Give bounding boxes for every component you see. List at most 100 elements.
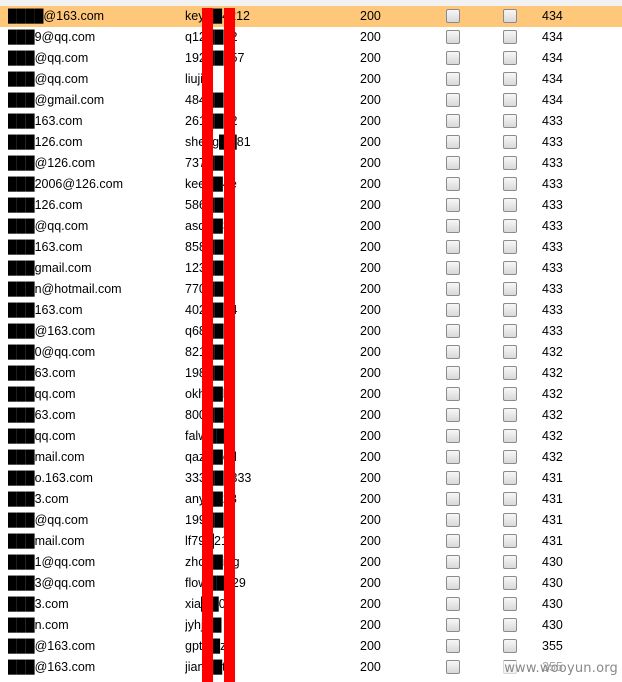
row-checkbox-b[interactable] (503, 471, 517, 485)
row-checkbox-b[interactable] (503, 408, 517, 422)
table-row[interactable]: ███@qq.com 192██857 200 434 (0, 48, 622, 69)
row-checkbox-a[interactable] (446, 282, 460, 296)
row-checkbox-a[interactable] (446, 450, 460, 464)
row-checkbox-b[interactable] (503, 177, 517, 191)
table-row[interactable]: ███@qq.com liuji█ 200 434 (0, 69, 622, 90)
table-row[interactable]: ███@126.com737██d200433 (0, 153, 622, 174)
status-code-cell: 200 (360, 303, 381, 317)
row-checkbox-a[interactable] (446, 429, 460, 443)
row-checkbox-a[interactable] (446, 492, 460, 506)
row-checkbox-a[interactable] (446, 135, 460, 149)
row-checkbox-a[interactable] (446, 9, 460, 23)
row-checkbox-a[interactable] (446, 114, 460, 128)
table-row[interactable]: ███gmail.com123██6200433 (0, 258, 622, 279)
row-checkbox-b[interactable] (503, 345, 517, 359)
status-code-cell: 200 (360, 639, 381, 653)
row-checkbox-a[interactable] (446, 30, 460, 44)
row-checkbox-b[interactable] (503, 324, 517, 338)
row-checkbox-b[interactable] (503, 639, 517, 653)
row-checkbox-a[interactable] (446, 303, 460, 317)
table-row[interactable]: ███qq.comokh██k200432 (0, 384, 622, 405)
table-row[interactable]: ███@qq.com199██8200431 (0, 510, 622, 531)
table-row[interactable]: ███n@hotmail.com770██7200433 (0, 279, 622, 300)
row-checkbox-a[interactable] (446, 366, 460, 380)
row-checkbox-a[interactable] (446, 576, 460, 590)
email-cell: ███@qq.com (8, 72, 89, 86)
table-row[interactable]: ███mail.comlf79█21200431 (0, 531, 622, 552)
table-row[interactable]: ███3.comxia██00200430 (0, 594, 622, 615)
row-checkbox-b[interactable] (503, 93, 517, 107)
row-checkbox-b[interactable] (503, 366, 517, 380)
table-row[interactable]: ███qq.comfalw██e200432 (0, 426, 622, 447)
table-row[interactable]: ███63.com800██4200432 (0, 405, 622, 426)
table-row[interactable]: ███9@qq.comq12██12200434 (0, 27, 622, 48)
row-checkbox-a[interactable] (446, 72, 460, 86)
row-checkbox-b[interactable] (503, 198, 517, 212)
row-checkbox-a[interactable] (446, 93, 460, 107)
row-checkbox-b[interactable] (503, 30, 517, 44)
table-row[interactable]: ███163.com402██04200433 (0, 300, 622, 321)
table-row[interactable]: ███@163.comq68██a200433 (0, 321, 622, 342)
row-checkbox-b[interactable] (503, 261, 517, 275)
row-checkbox-a[interactable] (446, 261, 460, 275)
table-row[interactable]: ███1@qq.comzho██ing200430 (0, 552, 622, 573)
row-checkbox-a[interactable] (446, 240, 460, 254)
table-row[interactable]: ███mail.comqaz██ed200432 (0, 447, 622, 468)
row-checkbox-a[interactable] (446, 513, 460, 527)
table-row[interactable]: ███2006@126.comkee██4e200433 (0, 174, 622, 195)
row-checkbox-a[interactable] (446, 51, 460, 65)
table-row[interactable]: ███126.com sheng██81 200 433 (0, 132, 622, 153)
table-row[interactable]: ███3@qq.com flow██729 200 430 (0, 573, 622, 594)
row-checkbox-b[interactable] (503, 72, 517, 86)
count-cell: 432 (542, 429, 563, 443)
row-checkbox-b[interactable] (503, 450, 517, 464)
table-row[interactable]: ███@gmail.com484██1200434 (0, 90, 622, 111)
row-checkbox-b[interactable] (503, 597, 517, 611)
table-row[interactable]: ███163.com858██3200433 (0, 237, 622, 258)
row-checkbox-a[interactable] (446, 471, 460, 485)
row-checkbox-a[interactable] (446, 555, 460, 569)
row-checkbox-b[interactable] (503, 534, 517, 548)
table-row[interactable]: ███n.comjyhj██200430 (0, 615, 622, 636)
email-cell: ███mail.com (8, 534, 85, 548)
row-checkbox-a[interactable] (446, 156, 460, 170)
row-checkbox-a[interactable] (446, 639, 460, 653)
table-row[interactable]: ███3.comany██23200431 (0, 489, 622, 510)
table-row[interactable]: ███@qq.comasd██3200433 (0, 216, 622, 237)
row-checkbox-a[interactable] (446, 534, 460, 548)
row-checkbox-b[interactable] (503, 156, 517, 170)
table-row[interactable]: ███163.com261██92200433 (0, 111, 622, 132)
table-row[interactable]: ███63.com198██1200432 (0, 363, 622, 384)
row-checkbox-a[interactable] (446, 219, 460, 233)
row-checkbox-b[interactable] (503, 240, 517, 254)
row-checkbox-b[interactable] (503, 114, 517, 128)
row-checkbox-a[interactable] (446, 660, 460, 674)
row-checkbox-a[interactable] (446, 387, 460, 401)
table-row[interactable]: ███126.com586██7200433 (0, 195, 622, 216)
row-checkbox-b[interactable] (503, 219, 517, 233)
table-row[interactable]: ████@163.com key██4212 200 434 (0, 6, 622, 27)
row-checkbox-b[interactable] (503, 555, 517, 569)
row-checkbox-b[interactable] (503, 135, 517, 149)
row-checkbox-b[interactable] (503, 576, 517, 590)
row-checkbox-b[interactable] (503, 492, 517, 506)
row-checkbox-b[interactable] (503, 429, 517, 443)
row-checkbox-b[interactable] (503, 303, 517, 317)
row-checkbox-a[interactable] (446, 177, 460, 191)
row-checkbox-b[interactable] (503, 618, 517, 632)
table-row[interactable]: ███o.163.com 333██8333 200 431 (0, 468, 622, 489)
row-checkbox-b[interactable] (503, 282, 517, 296)
row-checkbox-b[interactable] (503, 387, 517, 401)
row-checkbox-a[interactable] (446, 345, 460, 359)
red-redaction-bar-left (202, 8, 213, 682)
row-checkbox-b[interactable] (503, 513, 517, 527)
row-checkbox-b[interactable] (503, 9, 517, 23)
row-checkbox-a[interactable] (446, 198, 460, 212)
row-checkbox-a[interactable] (446, 597, 460, 611)
row-checkbox-a[interactable] (446, 324, 460, 338)
row-checkbox-a[interactable] (446, 618, 460, 632)
table-row[interactable]: ███@163.comgpt██zx200355 (0, 636, 622, 657)
table-row[interactable]: ███0@qq.com821██li200432 (0, 342, 622, 363)
row-checkbox-b[interactable] (503, 51, 517, 65)
row-checkbox-a[interactable] (446, 408, 460, 422)
